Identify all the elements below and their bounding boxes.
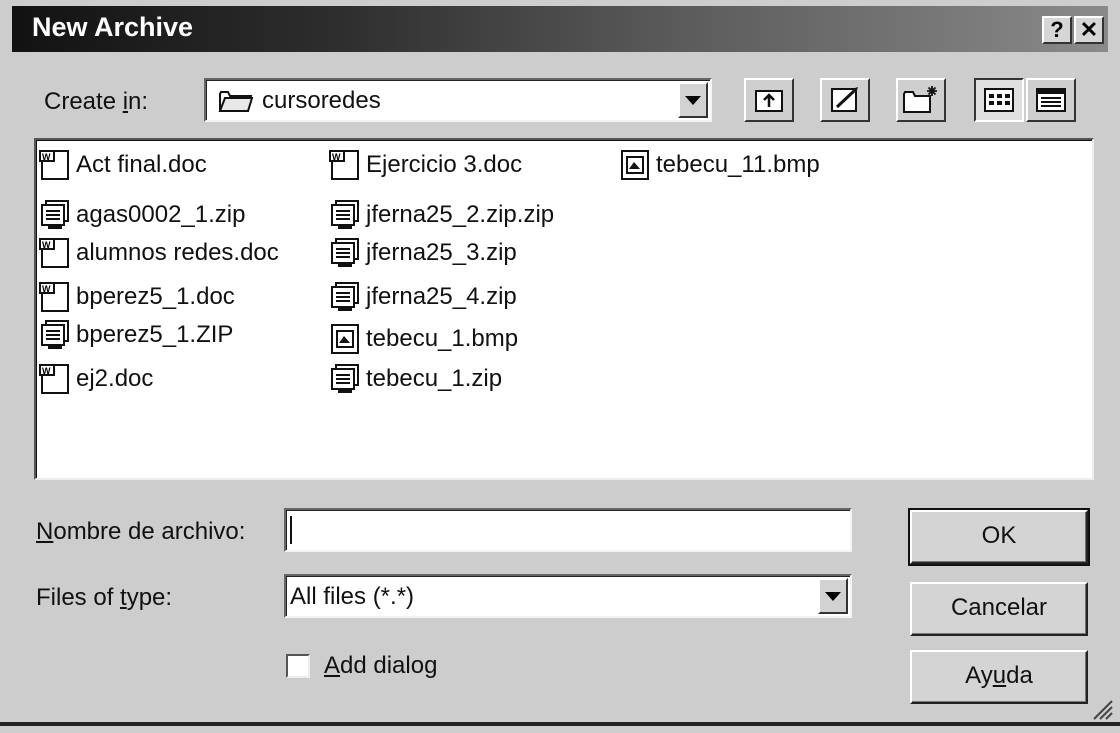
up-one-level-button[interactable] [744, 78, 794, 122]
cancel-button[interactable]: Cancelar [910, 582, 1088, 636]
svg-text:W: W [332, 152, 341, 162]
list-item[interactable]: jferna25_3.zip [328, 236, 517, 270]
details-view-button[interactable] [1026, 78, 1076, 122]
chevron-down-icon [685, 95, 701, 105]
text-cursor [290, 516, 292, 544]
help-button[interactable]: ? [1042, 16, 1072, 44]
zip-archive-icon [331, 282, 359, 311]
filename-input[interactable] [284, 508, 852, 552]
svg-text:W: W [42, 366, 51, 376]
bottom-divider [0, 722, 1120, 726]
create-in-value: cursoredes [262, 87, 381, 114]
filetype-label: Files of type: [36, 584, 173, 611]
list-item[interactable]: W alumnos redes.doc [38, 236, 279, 270]
list-item[interactable]: W ej2.doc [38, 362, 153, 396]
close-icon: ✕ [1079, 17, 1099, 42]
zip-archive-icon [331, 200, 359, 229]
desktop-icon [831, 87, 858, 112]
list-item[interactable]: W bperez5_1.doc [38, 280, 235, 314]
resize-grip-icon[interactable] [1090, 697, 1114, 721]
folder-icon [218, 91, 254, 112]
create-in-dropdown-arrow[interactable] [678, 82, 708, 118]
bitmap-image-icon [331, 324, 359, 354]
zip-archive-icon [41, 320, 69, 349]
svg-text:W: W [42, 152, 51, 162]
help-dialog-button[interactable]: Ayuda [910, 650, 1088, 704]
close-button[interactable]: ✕ [1074, 16, 1104, 44]
list-item[interactable]: jferna25_2.zip.zip [328, 198, 554, 232]
window-title: New Archive [32, 12, 194, 42]
list-item[interactable]: tebecu_1.zip [328, 362, 502, 396]
list-item[interactable]: W Ejercicio 3.doc [328, 148, 522, 182]
svg-text:W: W [42, 284, 51, 294]
word-document-icon: W [39, 150, 69, 180]
file-list[interactable]: W Act final.doc agas0002_1.zip W alumnos… [34, 138, 1094, 480]
list-view-icon [984, 88, 1014, 112]
desktop-button[interactable] [820, 78, 870, 122]
word-document-icon: W [39, 364, 69, 394]
list-view-button[interactable] [974, 78, 1024, 122]
details-view-icon [1036, 88, 1066, 112]
create-in-label: Create in: [44, 88, 149, 115]
list-item[interactable]: agas0002_1.zip [38, 198, 245, 232]
list-item[interactable]: tebecu_11.bmp [618, 148, 820, 182]
word-document-icon: W [39, 238, 69, 268]
add-dialog-checkbox[interactable] [286, 654, 310, 678]
svg-text:W: W [42, 240, 51, 250]
create-in-dropdown[interactable]: cursoredes [204, 78, 712, 122]
new-folder-icon [903, 86, 937, 113]
chevron-down-icon [825, 591, 841, 601]
filename-label: Nombre de archivo: [36, 518, 246, 545]
zip-archive-icon [331, 364, 359, 393]
new-archive-dialog: New Archive ? ✕ Create in: cursoredes W … [0, 0, 1120, 733]
bitmap-image-icon [621, 150, 649, 180]
new-folder-button[interactable] [896, 78, 946, 122]
filetype-dropdown[interactable]: All files (*.*) [284, 574, 852, 618]
up-folder-icon [755, 90, 783, 112]
filetype-dropdown-arrow[interactable] [818, 578, 848, 614]
list-item[interactable]: jferna25_4.zip [328, 280, 517, 314]
title-bar[interactable]: New Archive ? ✕ [12, 6, 1108, 52]
zip-archive-icon [41, 200, 69, 229]
list-item[interactable]: tebecu_1.bmp [328, 322, 518, 356]
list-item[interactable]: bperez5_1.ZIP [38, 318, 233, 352]
zip-archive-icon [331, 238, 359, 267]
filetype-value: All files (*.*) [290, 583, 415, 610]
add-dialog-label[interactable]: Add dialog [324, 652, 437, 680]
word-document-icon: W [39, 282, 69, 312]
ok-button[interactable]: OK [908, 508, 1090, 566]
list-item[interactable]: W Act final.doc [38, 148, 207, 182]
word-document-icon: W [329, 150, 359, 180]
